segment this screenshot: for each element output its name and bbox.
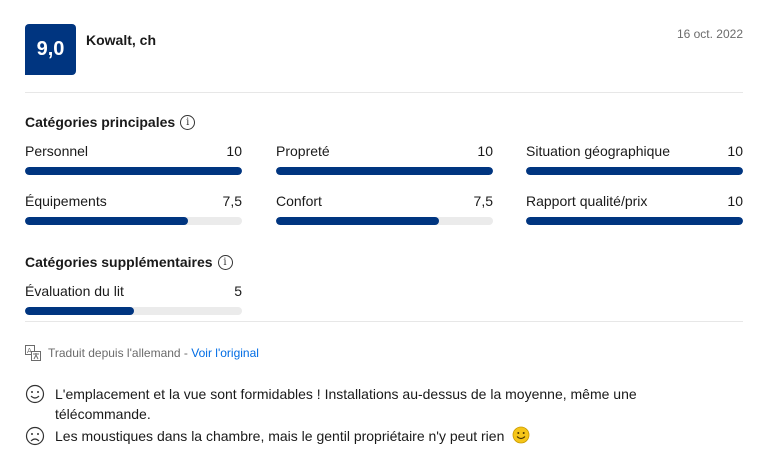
- category-label: Propreté: [276, 143, 330, 159]
- translate-icon: A: [25, 345, 41, 361]
- category-bar: [276, 167, 493, 175]
- smiley-sad-icon: [25, 426, 45, 446]
- positive-comment: L'emplacement et la vue sont formidables…: [25, 384, 725, 424]
- reviewer-name: Kowalt, ch: [86, 32, 157, 48]
- category-bar-fill: [276, 167, 493, 175]
- negative-comment-text: Les moustiques dans la chambre, mais le …: [55, 428, 505, 445]
- category-value: 10: [226, 143, 242, 159]
- category-bar: [526, 217, 743, 225]
- category-bar: [25, 167, 242, 175]
- main-categories-title: Catégories principales i: [25, 114, 196, 130]
- category-label: Confort: [276, 193, 322, 209]
- category-bar-fill: [526, 217, 743, 225]
- category-bar-fill: [25, 167, 242, 175]
- category-confort: Confort 7,5: [276, 193, 493, 225]
- category-label: Évaluation du lit: [25, 283, 124, 299]
- category-value: 5: [234, 283, 242, 299]
- translation-note: A Traduit depuis l'allemand - Voir l'ori…: [25, 345, 259, 361]
- category-value: 10: [727, 143, 743, 159]
- review-score-badge: 9,0: [25, 24, 76, 75]
- category-bar-fill: [526, 167, 743, 175]
- negative-comment: Les moustiques dans la chambre, mais le …: [25, 426, 725, 449]
- category-bar-fill: [25, 217, 188, 225]
- category-value: 7,5: [222, 193, 242, 209]
- header-divider: [25, 92, 743, 93]
- smiley-emoji-icon: [512, 426, 530, 449]
- categories-divider: [25, 321, 743, 322]
- translation-separator: -: [180, 346, 192, 360]
- category-evaluation-lit: Évaluation du lit 5: [25, 283, 242, 315]
- category-personnel: Personnel 10: [25, 143, 242, 175]
- category-value: 10: [727, 193, 743, 209]
- category-proprete: Propreté 10: [276, 143, 493, 175]
- info-icon[interactable]: i: [180, 114, 196, 130]
- category-bar-fill: [276, 217, 439, 225]
- translation-text: Traduit depuis l'allemand: [48, 346, 181, 360]
- category-equipements: Équipements 7,5: [25, 193, 242, 225]
- extra-categories-title: Catégories supplémentaires i: [25, 254, 233, 270]
- category-label: Rapport qualité/prix: [526, 193, 648, 209]
- category-bar: [25, 217, 242, 225]
- category-label: Situation géographique: [526, 143, 671, 159]
- category-value: 7,5: [473, 193, 493, 209]
- category-situation: Situation géographique 10: [526, 143, 743, 175]
- category-bar: [25, 307, 242, 315]
- review-date: 16 oct. 2022: [676, 27, 743, 41]
- positive-comment-text: L'emplacement et la vue sont formidables…: [55, 386, 637, 422]
- category-bar: [276, 217, 493, 225]
- category-label: Équipements: [25, 193, 107, 209]
- info-icon[interactable]: i: [217, 254, 233, 270]
- category-bar-fill: [25, 307, 134, 315]
- category-value: 10: [477, 143, 493, 159]
- category-bar: [526, 167, 743, 175]
- smiley-happy-icon: [25, 384, 45, 404]
- main-categories-label: Catégories principales: [25, 114, 176, 130]
- category-label: Personnel: [25, 143, 89, 159]
- extra-categories-label: Catégories supplémentaires: [25, 254, 213, 270]
- view-original-link[interactable]: Voir l'original: [191, 346, 259, 360]
- category-rapport-qualite-prix: Rapport qualité/prix 10: [526, 193, 743, 225]
